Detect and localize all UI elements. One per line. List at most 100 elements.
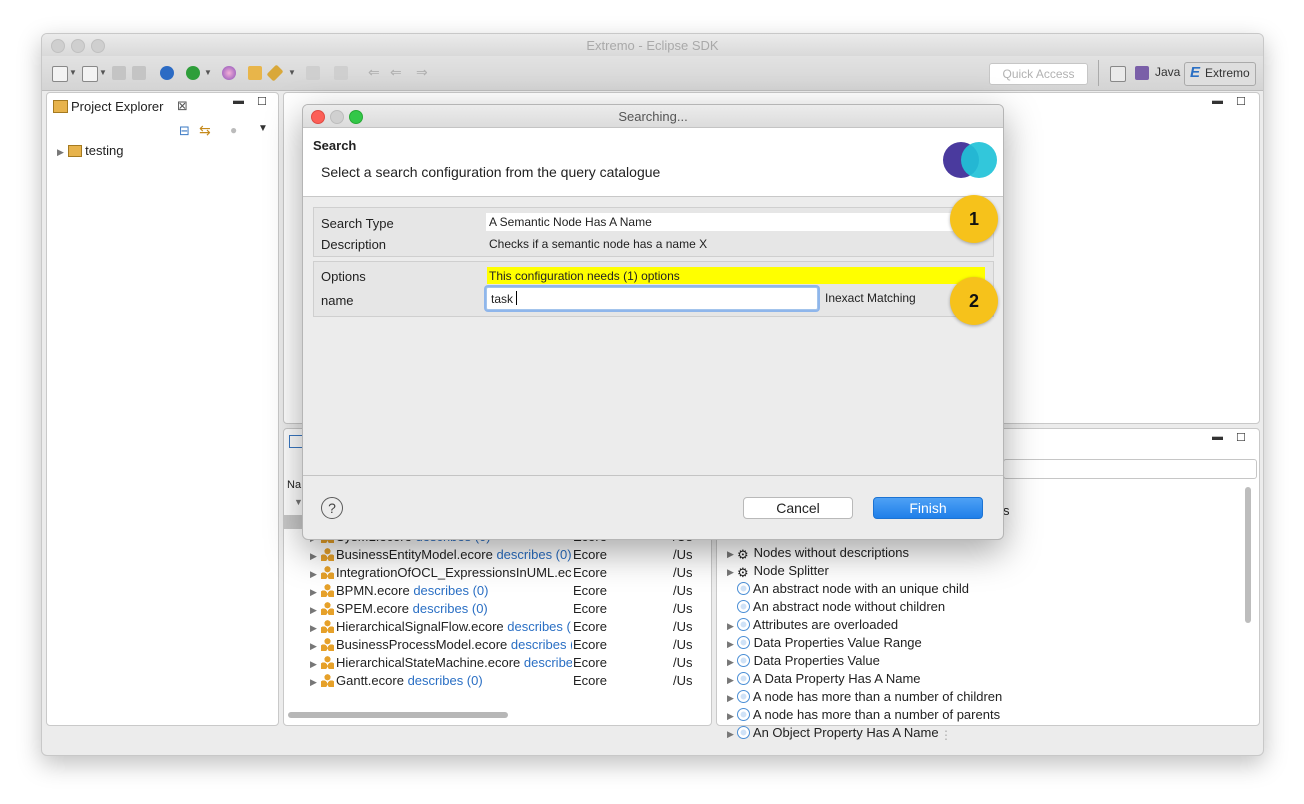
resource-row[interactable]: ▶ HierarchicalSignalFlow.ecore describes… (310, 619, 708, 637)
search-type-field[interactable]: A Semantic Node Has A Name (486, 213, 954, 231)
query-item[interactable]: ▶ A Data Property Has A Name (727, 671, 921, 686)
expand-arrow-icon[interactable]: ▶ (727, 567, 737, 578)
run-icon[interactable] (186, 66, 200, 80)
back-history-icon[interactable]: ⇐ (390, 64, 402, 81)
resource-row[interactable]: ▶ BusinessEntityModel.ecore describes (0… (310, 547, 708, 565)
expand-arrow-icon[interactable]: ▶ (727, 549, 737, 560)
collapse-all-icon[interactable]: ⊟ (179, 123, 190, 139)
perspective-extremo[interactable]: E Extremo (1184, 62, 1256, 86)
resource-row[interactable]: ▶ Gantt.ecore describes (0) Ecore/Us (310, 673, 708, 691)
perspective-java[interactable]: Java (1135, 62, 1185, 84)
resource-row[interactable]: ▶ SPEM.ecore describes (0) Ecore/Us (310, 601, 708, 619)
expand-arrow-icon[interactable]: ▶ (727, 729, 737, 740)
resource-row[interactable]: ▶ IntegrationOfOCL_ExpressionsInUML.ecor… (310, 565, 708, 583)
expand-arrow-icon[interactable]: ▶ (727, 657, 737, 668)
resource-describes[interactable]: describe (524, 655, 572, 670)
finish-button[interactable]: Finish (873, 497, 983, 519)
help-icon[interactable]: ? (321, 497, 343, 519)
expand-arrow-icon[interactable] (727, 585, 737, 595)
filter-icon[interactable]: ● (230, 123, 237, 137)
cancel-button[interactable]: Cancel (743, 497, 853, 519)
globe-icon[interactable] (222, 66, 236, 80)
view-menu-icon[interactable]: ▼ (258, 123, 268, 134)
chevron-down-icon[interactable]: ▼ (204, 68, 212, 77)
annotation-next-icon[interactable] (334, 66, 348, 80)
expand-arrow-icon[interactable]: ▶ (310, 605, 317, 615)
filter-input[interactable] (1003, 459, 1257, 479)
annotation-icon[interactable] (306, 66, 320, 80)
quick-access-field[interactable]: Quick Access (989, 63, 1088, 85)
minimize-icon[interactable]: ▬ (1212, 95, 1223, 107)
expand-arrow-icon[interactable]: ▶ (727, 675, 737, 686)
resource-path: /Us (673, 619, 693, 634)
open-folder-icon[interactable] (248, 66, 262, 80)
query-label: An abstract node with an unique child (752, 581, 969, 596)
query-item[interactable]: ▶ ⚙ Nodes without descriptions (727, 545, 909, 562)
resource-describes[interactable]: describes ( (507, 619, 571, 634)
open-perspective-icon[interactable] (1110, 66, 1126, 82)
expand-arrow-icon[interactable]: ▶ (727, 621, 737, 632)
expand-arrow-icon[interactable] (727, 603, 737, 613)
resource-describes[interactable]: describes (0) (413, 583, 488, 598)
link-editor-icon[interactable]: ⇆ (199, 122, 211, 139)
new-project-icon[interactable] (82, 66, 98, 82)
horizontal-scrollbar[interactable] (288, 712, 508, 718)
info-icon[interactable] (160, 66, 174, 80)
node-icon (737, 726, 750, 739)
expand-arrow-icon[interactable]: ▶ (310, 569, 317, 579)
query-item[interactable]: ▶ A node has more than a number of child… (727, 689, 1002, 704)
expand-arrow-icon[interactable]: ▶ (727, 711, 737, 722)
tab-project-explorer[interactable]: Project Explorer ⊠ (51, 98, 191, 118)
resource-path: /Us (673, 583, 693, 598)
chevron-down-icon[interactable]: ▼ (288, 68, 296, 77)
query-label: An Object Property Has A Name (752, 725, 939, 740)
close-icon[interactable]: ⊠ (177, 98, 188, 114)
expand-arrow-icon[interactable]: ▶ (310, 623, 317, 633)
resource-row[interactable]: ▶ BusinessProcessModel.ecore describes (… (310, 637, 708, 655)
maximize-icon[interactable]: ☐ (1236, 95, 1246, 108)
maximize-icon[interactable]: ☐ (257, 95, 267, 108)
expand-arrow-icon[interactable]: ▶ (57, 147, 64, 157)
query-item[interactable]: ▶ A node has more than a number of paren… (727, 707, 1000, 722)
query-item[interactable]: An abstract node without children (727, 599, 945, 614)
query-item[interactable]: ▶ An Object Property Has A Name (727, 725, 939, 740)
expand-arrow-icon[interactable]: ▶ (310, 641, 317, 651)
resource-describes[interactable]: describes ( (511, 637, 572, 652)
chevron-down-icon[interactable]: ▼ (99, 68, 107, 77)
expand-arrow-icon[interactable]: ▶ (310, 551, 317, 561)
forward-icon[interactable]: ⇒ (416, 64, 428, 81)
query-item[interactable]: ▶ ⚙ Node Splitter (727, 563, 829, 580)
resource-path: /Us (673, 547, 693, 562)
query-item[interactable]: An abstract node with an unique child (727, 581, 969, 596)
new-icon[interactable] (52, 66, 68, 82)
chevron-down-icon[interactable]: ▼ (69, 68, 77, 77)
back-icon[interactable]: ⇐ (368, 64, 380, 81)
resource-describes[interactable]: describes (0) (408, 673, 483, 688)
query-item[interactable]: ▶ Data Properties Value (727, 653, 880, 668)
save-icon[interactable] (112, 66, 126, 80)
column-header-name[interactable]: Na (287, 479, 301, 491)
minimize-icon[interactable]: ▬ (233, 95, 244, 107)
expand-arrow-icon[interactable]: ▶ (727, 693, 737, 704)
save-all-icon[interactable] (132, 66, 146, 80)
tree-item-project[interactable]: ▶ testing (57, 143, 123, 158)
expand-arrow-icon[interactable]: ▶ (727, 639, 737, 650)
resource-describes[interactable]: describes (0) (496, 547, 571, 562)
pencil-icon[interactable] (266, 64, 284, 82)
vertical-scrollbar[interactable] (1245, 487, 1251, 623)
resource-row[interactable]: ▶ BPMN.ecore describes (0) Ecore/Us (310, 583, 708, 601)
query-item[interactable]: ▶ Attributes are overloaded (727, 617, 898, 632)
expand-arrow-icon[interactable]: ▶ (310, 677, 317, 687)
minimize-icon[interactable]: ▬ (1212, 431, 1223, 443)
node-icon (737, 654, 750, 667)
expand-arrow-icon[interactable]: ▶ (310, 659, 317, 669)
matching-select[interactable]: Inexact Matching (825, 291, 916, 305)
status-grip-icon: ⋮ (940, 728, 952, 742)
expand-arrow-icon[interactable]: ▶ (310, 587, 317, 597)
resource-describes[interactable]: describes (0) (413, 601, 488, 616)
name-input[interactable]: task (486, 287, 818, 310)
resource-name: BPMN.ecore (336, 583, 410, 598)
resource-row[interactable]: ▶ HierarchicalStateMachine.ecore describ… (310, 655, 708, 673)
query-item[interactable]: ▶ Data Properties Value Range (727, 635, 922, 650)
maximize-icon[interactable]: ☐ (1236, 431, 1246, 444)
